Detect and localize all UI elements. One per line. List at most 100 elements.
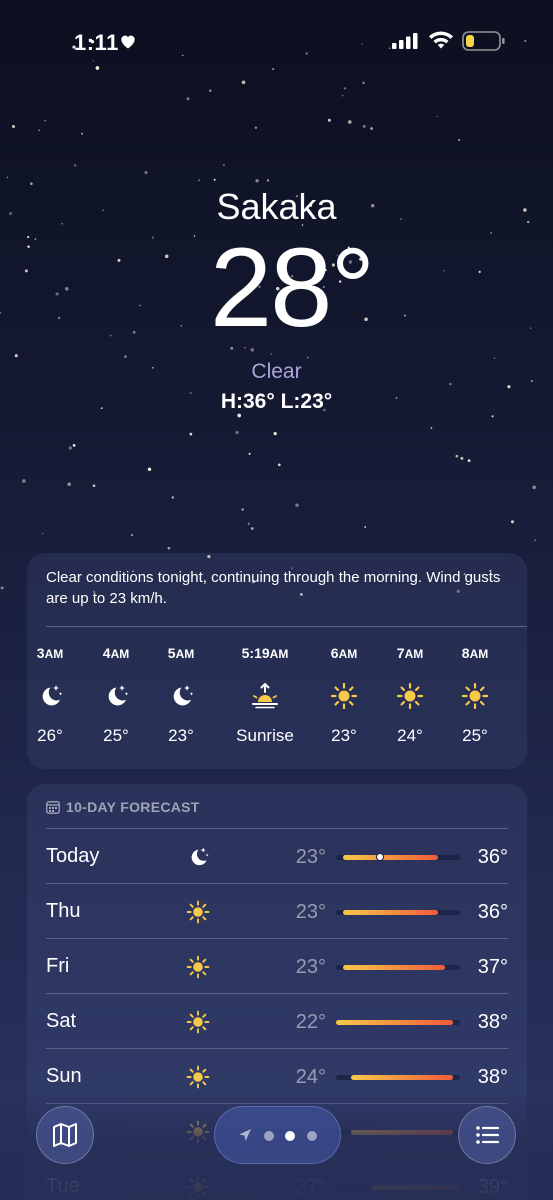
sun-icon [186, 955, 210, 979]
hourly-time: 5:19AM [227, 645, 303, 663]
temperature-range-bar [336, 965, 460, 970]
forecast-high: 38° [477, 1011, 508, 1033]
sun-icon [396, 682, 424, 710]
hourly-temperature: 23° [168, 726, 194, 745]
moon-stars-icon [108, 685, 129, 706]
hourly-item: 6AM 23° [309, 645, 379, 746]
temperature-range-fill [350, 1075, 453, 1080]
forecast-high: 36° [477, 901, 508, 923]
moon-stars-icon [191, 847, 209, 866]
hourly-forecast-card[interactable]: Clear conditions tonight, continuing thr… [27, 553, 527, 769]
hourly-item: 5AM 23° [146, 645, 216, 746]
hourly-time: 3AM [15, 645, 85, 663]
forecast-high: 37° [477, 956, 508, 978]
hourly-temperature: 23° [331, 726, 357, 745]
divider [46, 626, 527, 627]
moon-stars-icon [173, 685, 194, 706]
forecast-low: 23° [295, 901, 326, 923]
hourly-ampm: AM [44, 647, 64, 661]
forecast-day-row[interactable]: Sat 22° 38° [46, 993, 508, 1048]
hourly-ampm: AM [110, 647, 130, 661]
forecast-low: 23° [295, 846, 326, 868]
sun-icon [186, 1065, 210, 1089]
hourly-item: 4AM 25° [81, 645, 151, 746]
hourly-item: 3AM 26° [15, 645, 85, 746]
hourly-temperature: 24° [397, 726, 423, 745]
forecast-day-row[interactable]: Today 23° 36° [46, 828, 508, 883]
hourly-time-value: 8 [461, 645, 470, 661]
hourly-temperature: 25° [103, 726, 129, 745]
hourly-time-value: 6 [330, 645, 339, 661]
cellular-signal-icon [392, 33, 418, 49]
hourly-temperature: 26° [37, 726, 63, 745]
sun-icon [461, 682, 489, 710]
city-name: Sakaka [216, 186, 337, 227]
calendar-icon [46, 801, 60, 814]
page-dot[interactable] [264, 1131, 274, 1141]
hourly-item: 5:19AM Sunrise [227, 645, 303, 746]
hourly-time: 4AM [81, 645, 151, 663]
temperature-range-bar [336, 910, 460, 915]
forecast-low: 24° [295, 1066, 326, 1088]
sun-icon [186, 1010, 210, 1034]
temperature-range-fill [336, 1020, 453, 1025]
hourly-time-value: 7 [396, 645, 405, 661]
hourly-time: 5AM [146, 645, 216, 663]
current-temperature: 28° [209, 225, 375, 350]
hourly-item: 7AM 24° [375, 645, 445, 746]
sun-icon [330, 682, 358, 710]
status-bar: 1:11 [0, 0, 553, 80]
hourly-time-value: 4 [102, 645, 111, 661]
moon-stars-icon [42, 685, 63, 706]
forecast-day-name: Thu [46, 900, 81, 922]
forecast-day-name: Sun [46, 1065, 82, 1087]
hourly-time: 8AM [440, 645, 510, 663]
temperature-range-fill [343, 855, 439, 860]
hourly-summary: Clear conditions tonight, continuing thr… [46, 569, 501, 607]
hourly-time-value: 5:19 [241, 645, 270, 661]
current-condition: Clear [251, 360, 302, 383]
hourly-time: 7AM [375, 645, 445, 663]
forecast-header-label: 10-DAY FORECAST [66, 799, 200, 815]
forecast-high: 38° [477, 1066, 508, 1088]
page-dot-active[interactable] [285, 1131, 295, 1141]
hourly-ampm: AM [404, 647, 424, 661]
list-icon [476, 1126, 500, 1144]
forecast-day-row[interactable]: Thu 23° 36° [46, 883, 508, 938]
battery-low-icon [462, 31, 505, 51]
forecast-day-name: Sat [46, 1010, 77, 1032]
forecast-high: 36° [477, 846, 508, 868]
status-time: 1:11 [74, 30, 119, 55]
hourly-ampm: AM [469, 647, 489, 661]
hourly-time: 6AM [309, 645, 379, 663]
map-button[interactable] [36, 1106, 94, 1164]
page-indicator[interactable] [214, 1106, 341, 1164]
forecast-day-name: Today [46, 845, 100, 867]
heart-icon [121, 35, 135, 49]
temperature-range-fill [343, 965, 446, 970]
hourly-time-value: 3 [36, 645, 45, 661]
page-dot[interactable] [307, 1131, 317, 1141]
forecast-low: 22° [295, 1011, 326, 1033]
hourly-ampm: AM [269, 647, 289, 661]
hourly-ampm: AM [338, 647, 358, 661]
temperature-range-bar [336, 1020, 460, 1025]
map-icon [53, 1123, 77, 1147]
city-list-button[interactable] [458, 1106, 516, 1164]
hourly-item: 8AM 25° [440, 645, 510, 746]
temperature-range-bar [336, 1075, 460, 1080]
sun-icon [186, 900, 210, 924]
temperature-range-bar [336, 853, 460, 861]
forecast-day-name: Fri [46, 955, 70, 977]
hourly-temperature: Sunrise [236, 726, 294, 745]
high-low-temperature: H:36° L:23° [220, 390, 333, 413]
hourly-temperature: 25° [462, 726, 488, 745]
forecast-low: 23° [295, 956, 326, 978]
forecast-header: 10-DAY FORECAST [46, 799, 200, 815]
wifi-icon [429, 31, 453, 49]
hourly-time-value: 5 [167, 645, 176, 661]
location-arrow-icon [239, 1129, 251, 1141]
forecast-day-row[interactable]: Fri 23° 37° [46, 938, 508, 993]
sunrise-icon [252, 683, 278, 709]
temperature-range-fill [343, 910, 439, 915]
